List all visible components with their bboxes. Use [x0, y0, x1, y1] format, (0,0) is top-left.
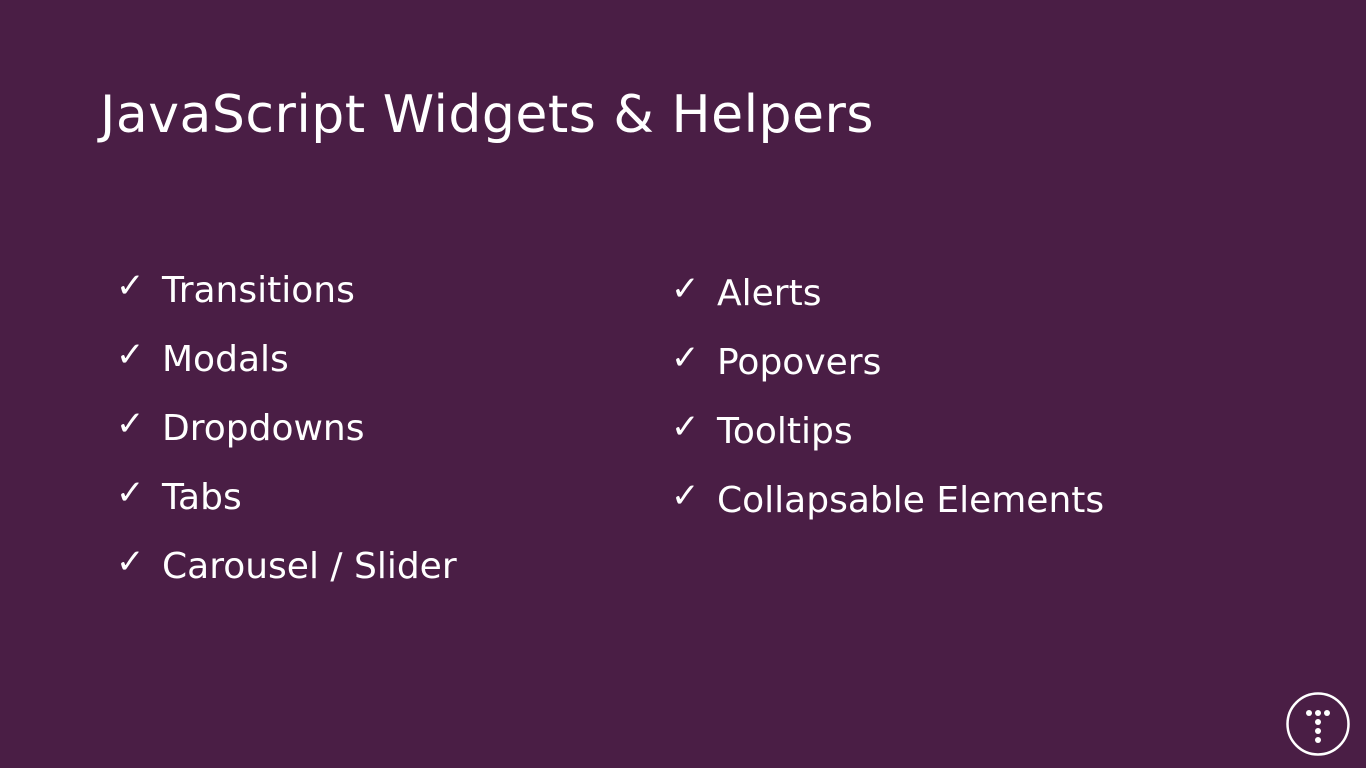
list-item: ✓ Popovers	[671, 328, 1104, 397]
list-item: ✓ Alerts	[671, 259, 1104, 328]
slide-title: JavaScript Widgets & Helpers	[100, 85, 875, 145]
checkmark-icon: ✓	[671, 337, 700, 378]
list-item: ✓ Tooltips	[671, 397, 1104, 466]
list-item: ✓ Dropdowns	[116, 394, 457, 463]
list-item-label: Tabs	[162, 476, 242, 518]
list-item: ✓ Tabs	[116, 463, 457, 532]
list-item-label: Dropdowns	[162, 407, 365, 449]
list-item-label: Collapsable Elements	[717, 479, 1105, 521]
list-item-label: Tooltips	[717, 410, 853, 452]
list-item: ✓ Collapsable Elements	[671, 466, 1104, 535]
checkmark-icon: ✓	[116, 334, 145, 375]
checkmark-icon: ✓	[671, 475, 700, 516]
checkmark-icon: ✓	[671, 268, 700, 309]
presentation-slide: JavaScript Widgets & Helpers ✓ Transitio…	[0, 0, 1366, 768]
list-item-label: Transitions	[162, 269, 355, 311]
checkmark-icon: ✓	[116, 265, 145, 306]
list-item-label: Modals	[162, 338, 289, 380]
checkmark-icon: ✓	[116, 472, 145, 513]
list-item-label: Alerts	[717, 272, 822, 314]
checkmark-icon: ✓	[116, 541, 145, 582]
list-item: ✓ Modals	[116, 325, 457, 394]
checklist-left: ✓ Transitions ✓ Modals ✓ Dropdowns ✓ Tab…	[116, 256, 457, 601]
checklist-right: ✓ Alerts ✓ Popovers ✓ Tooltips ✓ Collaps…	[671, 259, 1104, 535]
traversy-logo-icon	[1286, 692, 1350, 756]
list-item: ✓ Carousel / Slider	[116, 532, 457, 601]
list-item-label: Carousel / Slider	[162, 545, 457, 587]
list-item-label: Popovers	[717, 341, 882, 383]
list-item: ✓ Transitions	[116, 256, 457, 325]
checkmark-icon: ✓	[116, 403, 145, 444]
checkmark-icon: ✓	[671, 406, 700, 447]
